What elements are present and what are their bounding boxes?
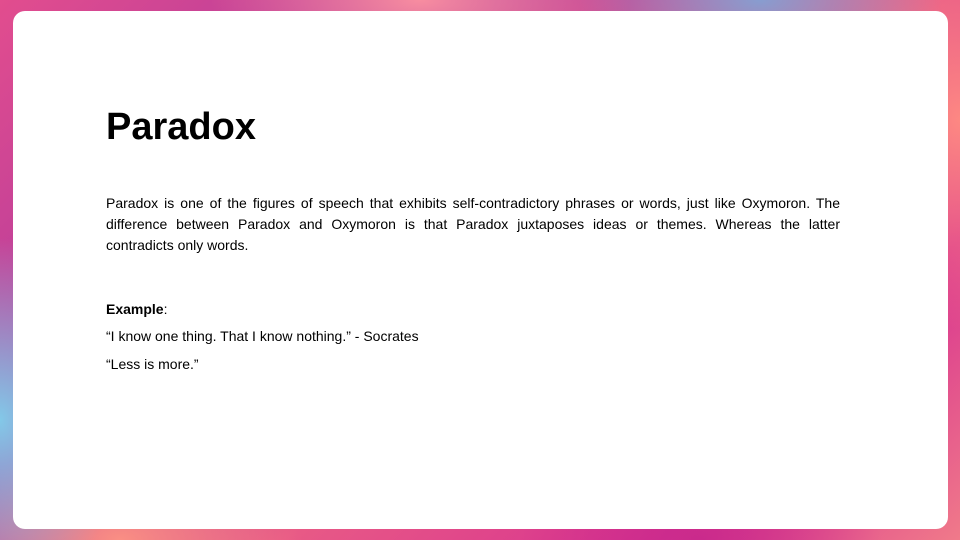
example-colon: : xyxy=(163,301,168,317)
example-label: Example xyxy=(106,301,164,317)
example-quote-socrates: “I know one thing. That I know nothing.”… xyxy=(106,328,419,344)
definition-paragraph: Paradox is one of the figures of speech … xyxy=(106,195,840,253)
example-heading: Example: xyxy=(106,300,167,318)
slide-content-card: Paradox Paradox is one of the figures of… xyxy=(13,11,948,529)
example-quote-less-is-more: “Less is more.” xyxy=(106,356,199,372)
slide-title: Paradox xyxy=(106,106,256,148)
